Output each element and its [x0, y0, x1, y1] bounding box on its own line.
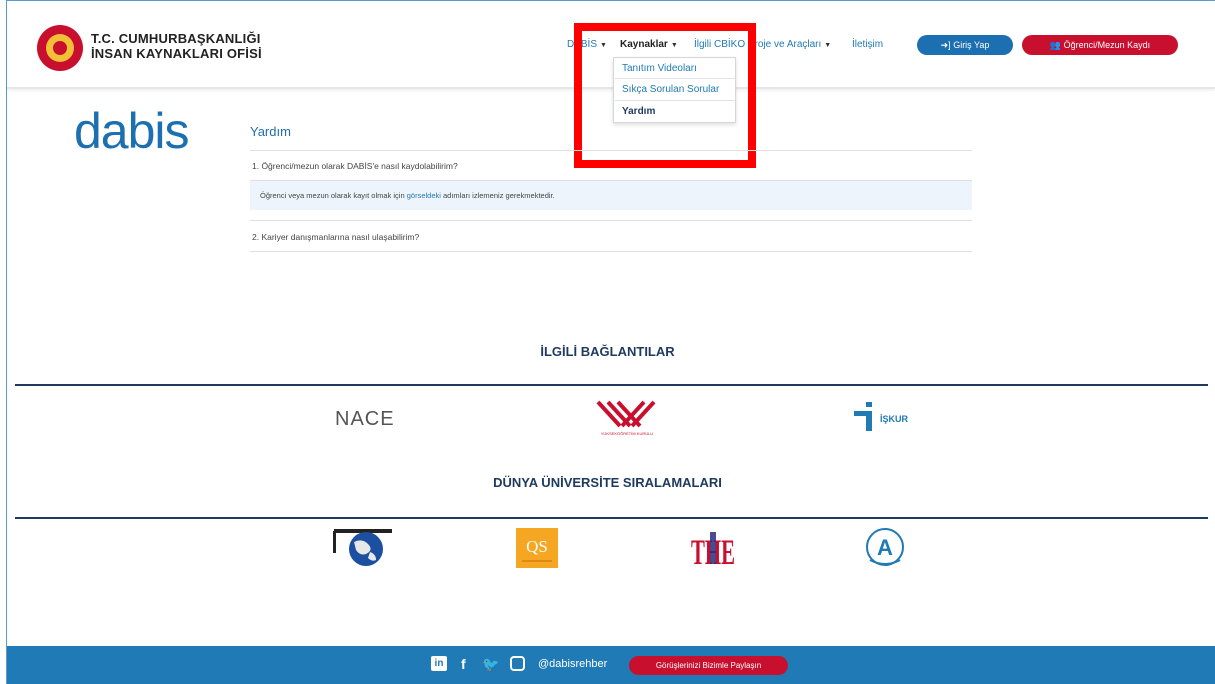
linkedin-icon[interactable]: in	[431, 656, 447, 671]
users-icon: 👥	[1049, 40, 1062, 50]
site-footer	[7, 646, 1215, 684]
nav-iletisim-label: İletişim	[852, 39, 884, 50]
section-divider	[15, 517, 1208, 519]
faq-question-2[interactable]: 2. Kariyer danışmanlarına nasıl ulaşabil…	[252, 232, 419, 242]
login-button[interactable]: ➜] Giriş Yap	[917, 35, 1013, 55]
chevron-down-icon: ▼	[670, 42, 678, 49]
faq-answer-suffix: adımları izlemeniz gerekmektedir.	[440, 191, 555, 200]
iskur-logo-text[interactable]: İŞKUR	[880, 414, 908, 424]
nav-ilgili[interactable]: İlgili CBİKO Proje ve Araçları ▼	[694, 39, 831, 50]
qs-logo-text: QS	[526, 537, 548, 556]
nav-dabis-label: DABİS	[567, 39, 598, 50]
login-button-label: Giriş Yap	[953, 40, 990, 50]
faq-answer-1: Öğrenci veya mezun olarak kayıt olmak iç…	[260, 191, 555, 200]
svg-text:A: A	[877, 535, 893, 560]
yok-logo[interactable]: YÜKSEKÖĞRETİM KURULU	[594, 400, 660, 438]
rankings-title: DÜNYA ÜNİVERSİTE SIRALAMALARI	[493, 475, 722, 490]
yok-caption: YÜKSEKÖĞRETİM KURULU	[601, 431, 654, 436]
faq-divider	[250, 251, 972, 252]
org-name-line2[interactable]: İNSAN KAYNAKLARI OFİSİ	[91, 46, 262, 61]
faq-answer-prefix: Öğrenci veya mezun olarak kayıt olmak iç…	[260, 191, 407, 200]
sign-in-icon: ➜]	[940, 40, 951, 50]
chevron-down-icon: ▼	[600, 42, 607, 49]
twitter-icon[interactable]: 🐦	[482, 656, 499, 673]
kaynaklar-dropdown-menu: Tanıtım Videoları Sıkça Sorulan Sorular …	[613, 57, 736, 123]
dropdown-divider	[615, 100, 735, 101]
chevron-down-icon: ▼	[824, 42, 832, 49]
nace-logo[interactable]: NACE	[335, 408, 395, 431]
urap-ranking-logo[interactable]: A	[862, 528, 908, 568]
dropdown-item-yardim[interactable]: Yardım	[622, 106, 655, 117]
section-divider	[15, 384, 1208, 386]
feedback-button[interactable]: Görüşlerinizi Bizimle Paylaşın	[629, 656, 788, 675]
presidential-seal-logo[interactable]	[37, 25, 83, 71]
faq-divider	[250, 150, 972, 151]
nav-kaynaklar-label: Kaynaklar	[620, 39, 668, 50]
dabis-logo[interactable]: dabis	[74, 103, 190, 159]
nav-ilgili-label: İlgili CBİKO Proje ve Araçları	[694, 39, 822, 50]
dropdown-item-sss[interactable]: Sıkça Sorulan Sorular	[622, 84, 719, 95]
facebook-icon[interactable]: f	[461, 656, 466, 672]
dropdown-item-tanitim-videolari[interactable]: Tanıtım Videoları	[622, 63, 697, 74]
dropdown-divider	[615, 78, 735, 79]
iskur-logo-mark[interactable]	[852, 402, 878, 432]
the-ranking-logo[interactable]: THE	[690, 528, 736, 568]
arwu-globe-logo[interactable]	[328, 528, 394, 568]
gorseldeki-link[interactable]: görseldeki	[407, 191, 441, 200]
nav-iletisim[interactable]: İletişim	[852, 39, 883, 50]
related-links-title: İLGİLİ BAĞLANTILAR	[540, 344, 675, 359]
nav-kaynaklar[interactable]: Kaynaklar ▼	[620, 39, 678, 50]
faq-question-1[interactable]: 1. Öğrenci/mezun olarak DABİS'e nasıl ka…	[252, 161, 458, 171]
org-name-line1[interactable]: T.C. CUMHURBAŞKANLIĞI	[91, 31, 261, 46]
qs-ranking-logo[interactable]: QS	[516, 528, 558, 568]
student-register-button[interactable]: 👥 Öğrenci/Mezun Kaydı	[1022, 35, 1178, 55]
page-title: Yardım	[250, 124, 291, 139]
faq-divider	[250, 220, 972, 221]
register-button-label: Öğrenci/Mezun Kaydı	[1063, 40, 1151, 50]
twitter-handle[interactable]: @dabisrehber	[538, 658, 607, 670]
nav-dabis[interactable]: DABİS ▼	[567, 39, 607, 50]
instagram-icon[interactable]	[510, 656, 525, 671]
